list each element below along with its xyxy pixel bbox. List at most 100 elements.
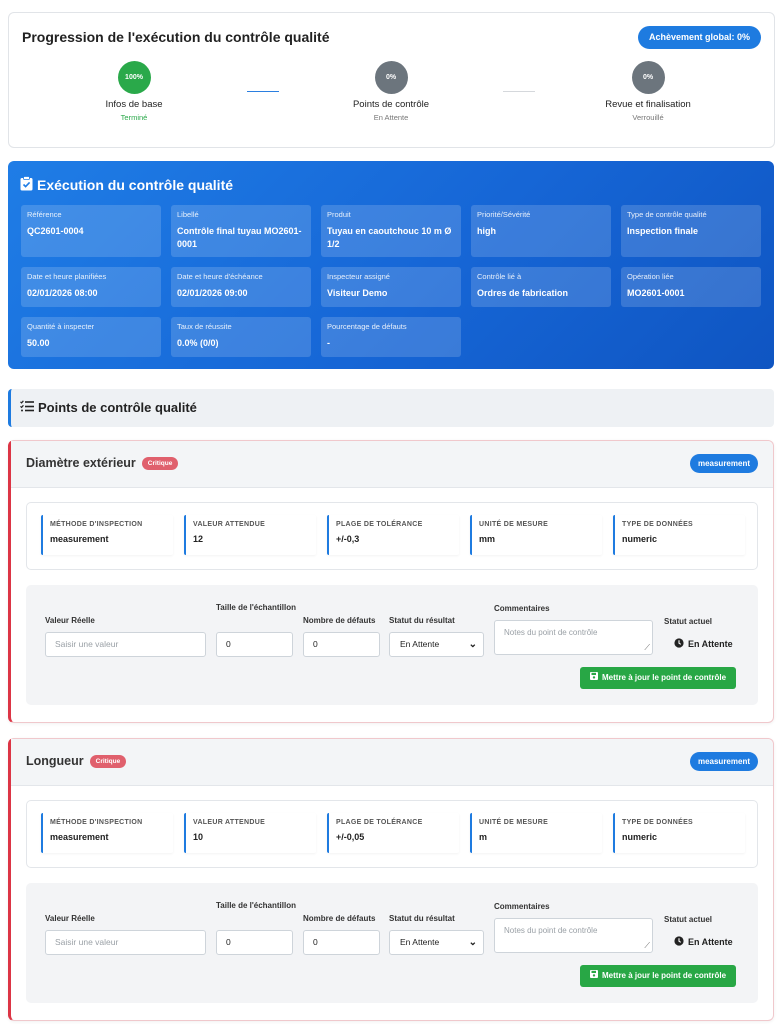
criticality-badge: Critique — [89, 754, 127, 768]
actual-value-input[interactable]: Saisir une valeur — [45, 632, 206, 657]
progress-title: Progression de l'exécution du contrôle q… — [22, 29, 330, 45]
info-planned-date: Date et heure planifiées 02/01/2026 08:0… — [21, 267, 161, 307]
spec-label: TYPE DE DONNÉES — [622, 521, 694, 528]
info-label-field: Libellé Contrôle final tuyau MO2601-0001 — [171, 205, 311, 257]
step-name: Revue et finalisation — [605, 99, 691, 110]
current-status-label: Statut actuel — [664, 617, 713, 626]
step-basic-info[interactable]: 100% Infos de base Terminé — [64, 61, 204, 122]
checkpoint-title: Diamètre extérieur Critique — [26, 456, 179, 470]
comments-placeholder: Notes du point de contrôle — [504, 628, 598, 637]
result-status-value: En Attente — [400, 639, 440, 649]
info-label: Date et heure d'échéance — [177, 272, 263, 281]
spec-label: TYPE DE DONNÉES — [622, 819, 694, 826]
spec-inspection-method: MÉTHODE D'INSPECTION measurement — [41, 515, 173, 555]
comments-label: Commentaires — [494, 902, 550, 911]
step-badge: 100% — [117, 61, 151, 94]
spec-value: m — [479, 832, 488, 842]
result-status-label: Statut du résultat — [389, 914, 455, 923]
spec-label: VALEUR ATTENDUE — [193, 819, 266, 826]
spec-label: PLAGE DE TOLÉRANCE — [336, 521, 423, 528]
spec-label: MÉTHODE D'INSPECTION — [50, 521, 143, 528]
info-due-date: Date et heure d'échéance 02/01/2026 09:0… — [171, 267, 311, 307]
spec-value: numeric — [622, 832, 658, 842]
global-completion-badge: Achèvement global: 0% — [637, 26, 761, 49]
sample-size-input[interactable]: 0 — [216, 930, 293, 955]
comments-textarea[interactable]: Notes du point de contrôle ⟋ — [494, 620, 653, 655]
checkpoint-card: Longueur Critique measurement MÉTHODE D'… — [8, 738, 774, 1021]
spec-unit: UNITÉ DE MESURE mm — [470, 515, 602, 555]
info-value: 02/01/2026 08:00 — [27, 288, 98, 298]
defects-count-label: Nombre de défauts — [303, 616, 376, 625]
spec-value: mm — [479, 534, 496, 544]
spec-label: VALEUR ATTENDUE — [193, 521, 266, 528]
update-checkpoint-button[interactable]: Mettre à jour le point de contrôle — [580, 965, 737, 987]
step-connector — [503, 91, 535, 92]
info-value: 02/01/2026 09:00 — [177, 288, 248, 298]
save-icon — [590, 667, 598, 689]
checkpoint-name: Diamètre extérieur — [26, 456, 136, 470]
resize-handle-icon[interactable]: ⟋ — [644, 941, 650, 951]
chevron-down-icon: ⌄ — [468, 937, 477, 948]
result-status-select[interactable]: En Attente ⌄ — [389, 930, 484, 955]
info-label: Inspecteur assigné — [327, 272, 390, 281]
spec-value: 10 — [193, 832, 204, 842]
step-connector — [247, 91, 279, 92]
sample-size-label: Taille de l'échantillon — [216, 603, 296, 612]
defects-count-input[interactable]: 0 — [303, 632, 380, 657]
step-review[interactable]: 0% Revue et finalisation Verrouillé — [578, 61, 718, 122]
result-status-value: En Attente — [400, 937, 440, 947]
defects-count-label: Nombre de défauts — [303, 914, 376, 923]
step-badge: 0% — [631, 61, 665, 94]
step-badge: 0% — [374, 61, 408, 94]
clock-icon — [674, 936, 684, 948]
info-priority: Priorité/Sévérité high — [471, 205, 611, 257]
current-status-value: En Attente — [688, 639, 733, 649]
spec-label: MÉTHODE D'INSPECTION — [50, 819, 143, 826]
spec-value: +/-0,3 — [336, 534, 360, 544]
defects-count-input[interactable]: 0 — [303, 930, 380, 955]
checkpoints-header-title: Points de contrôle qualité — [20, 400, 197, 415]
step-status: En Attente — [373, 113, 409, 122]
step-status: Verrouillé — [632, 113, 664, 122]
info-label: Date et heure planifiées — [27, 272, 107, 281]
actual-value-input[interactable]: Saisir une valeur — [45, 930, 206, 955]
info-label: Opération liée — [627, 272, 674, 281]
info-quantity: Quantité à inspecter 50.00 — [21, 317, 161, 357]
spec-panel: MÉTHODE D'INSPECTION measurement VALEUR … — [26, 502, 758, 570]
info-product: Produit Tuyau en caoutchouc 10 m Ø 1/2 — [321, 205, 461, 257]
spec-label: PLAGE DE TOLÉRANCE — [336, 819, 423, 826]
info-label: Priorité/Sévérité — [477, 210, 531, 219]
info-value: 0.0% (0/0) — [177, 338, 219, 348]
execution-title-text: Exécution du contrôle qualité — [37, 177, 234, 193]
actual-value-label: Valeur Réelle — [45, 616, 95, 625]
current-status-value: En Attente — [688, 937, 733, 947]
info-inspector: Inspecteur assigné Visiteur Demo — [321, 267, 461, 307]
resize-handle-icon[interactable]: ⟋ — [644, 643, 650, 653]
info-pass-rate: Taux de réussite 0.0% (0/0) — [171, 317, 311, 357]
info-value: 50.00 — [27, 338, 50, 348]
comments-textarea[interactable]: Notes du point de contrôle ⟋ — [494, 918, 653, 953]
sample-size-input[interactable]: 0 — [216, 632, 293, 657]
info-defect-percentage: Pourcentage de défauts - — [321, 317, 461, 357]
checkpoint-name: Longueur — [26, 754, 84, 768]
step-checkpoints[interactable]: 0% Points de contrôle En Attente — [321, 61, 461, 122]
spec-inspection-method: MÉTHODE D'INSPECTION measurement — [41, 813, 173, 853]
update-checkpoint-label: Mettre à jour le point de contrôle — [602, 673, 727, 682]
spec-value: numeric — [622, 534, 658, 544]
criticality-badge: Critique — [141, 456, 179, 470]
current-status: En Attente — [674, 638, 733, 650]
spec-data-type: TYPE DE DONNÉES numeric — [613, 813, 745, 853]
info-label: Type de contrôle qualité — [627, 210, 707, 219]
current-status-label: Statut actuel — [664, 915, 713, 924]
result-status-select[interactable]: En Attente ⌄ — [389, 632, 484, 657]
checkpoint-title: Longueur Critique — [26, 754, 127, 768]
info-reference: Référence QC2601-0004 — [21, 205, 161, 257]
info-value: Visiteur Demo — [327, 288, 388, 298]
result-status-label: Statut du résultat — [389, 616, 455, 625]
spec-panel: MÉTHODE D'INSPECTION measurement VALEUR … — [26, 800, 758, 868]
save-icon — [590, 965, 598, 987]
spec-expected-value: VALEUR ATTENDUE 12 — [184, 515, 316, 555]
info-value: - — [327, 338, 330, 348]
update-checkpoint-button[interactable]: Mettre à jour le point de contrôle — [580, 667, 737, 689]
execution-title: Exécution du contrôle qualité — [20, 176, 233, 194]
